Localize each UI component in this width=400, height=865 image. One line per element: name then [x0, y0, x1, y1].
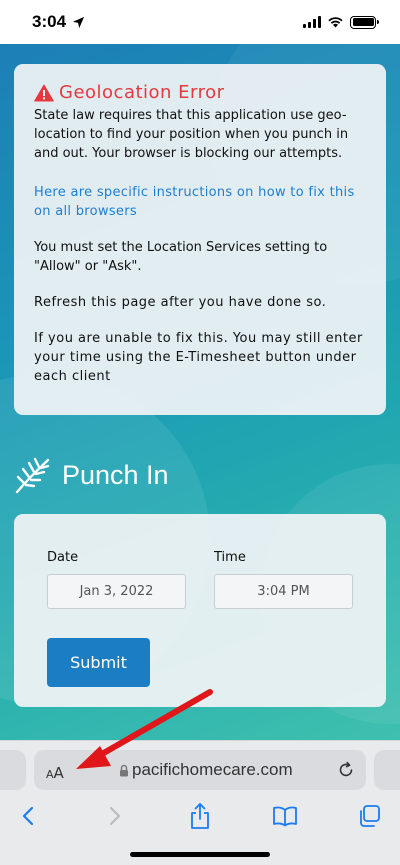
- cellular-signal-icon: [303, 16, 321, 28]
- next-tab-peek[interactable]: [374, 750, 400, 790]
- time-field[interactable]: 3:04 PM: [214, 574, 353, 609]
- location-arrow-icon: [72, 16, 85, 28]
- etimesheet-instruction: If you are unable to fix this. You may s…: [34, 331, 363, 384]
- address-bar[interactable]: A A pacifichomecare.com: [34, 750, 366, 790]
- location-services-instruction: You must set the Location Services setti…: [34, 240, 328, 274]
- tabs-button[interactable]: [355, 802, 383, 830]
- date-label: Date: [47, 550, 79, 565]
- safari-toolbar: [0, 797, 400, 837]
- wifi-icon: [328, 17, 343, 28]
- punch-in-form-card: Date Jan 3, 2022 Time 3:04 PM Submit: [14, 514, 386, 707]
- status-time-group: 3:04: [32, 12, 85, 32]
- reload-icon[interactable]: [336, 760, 356, 780]
- bookmarks-button[interactable]: [271, 802, 299, 830]
- back-button[interactable]: [14, 802, 42, 830]
- tabs-icon: [360, 805, 380, 827]
- punch-in-title: Punch In: [62, 459, 169, 490]
- submit-button[interactable]: Submit: [47, 638, 150, 687]
- safari-bottom-bar: A A pacifichomecare.com: [0, 740, 400, 865]
- share-button[interactable]: [186, 802, 214, 830]
- url-text: pacifichomecare.com: [132, 760, 293, 779]
- forward-button[interactable]: [101, 802, 129, 830]
- chevron-left-icon: [22, 806, 34, 826]
- home-indicator: [130, 852, 270, 857]
- battery-icon: [350, 15, 379, 29]
- aa-big-letter: A: [53, 764, 64, 782]
- share-icon: [191, 803, 209, 829]
- punch-in-heading: Punch In: [14, 455, 169, 495]
- palm-leaf-icon: [15, 457, 50, 494]
- book-icon: [273, 806, 297, 827]
- text-size-button[interactable]: A A: [46, 759, 74, 781]
- time-label: Time: [214, 550, 246, 565]
- chevron-right-icon: [109, 806, 121, 826]
- error-title: Geolocation Error: [59, 82, 225, 103]
- fix-instructions-link[interactable]: Here are specific instructions on how to…: [34, 183, 366, 221]
- refresh-instruction: Refresh this page after you have done so…: [34, 295, 327, 310]
- lock-icon: [120, 764, 128, 776]
- warning-triangle-icon: [34, 84, 54, 101]
- url-display[interactable]: pacifichomecare.com: [119, 750, 293, 790]
- status-time: 3:04: [32, 12, 67, 31]
- status-bar: 3:04: [0, 0, 400, 44]
- geolocation-error-card: Geolocation Error State law requires tha…: [14, 64, 386, 415]
- previous-tab-peek[interactable]: [0, 750, 26, 790]
- status-icons: [303, 15, 379, 29]
- aa-small-letter: A: [46, 768, 54, 781]
- error-title-row: Geolocation Error: [34, 82, 366, 103]
- date-field[interactable]: Jan 3, 2022: [47, 574, 186, 609]
- error-description: State law requires that this application…: [34, 108, 349, 161]
